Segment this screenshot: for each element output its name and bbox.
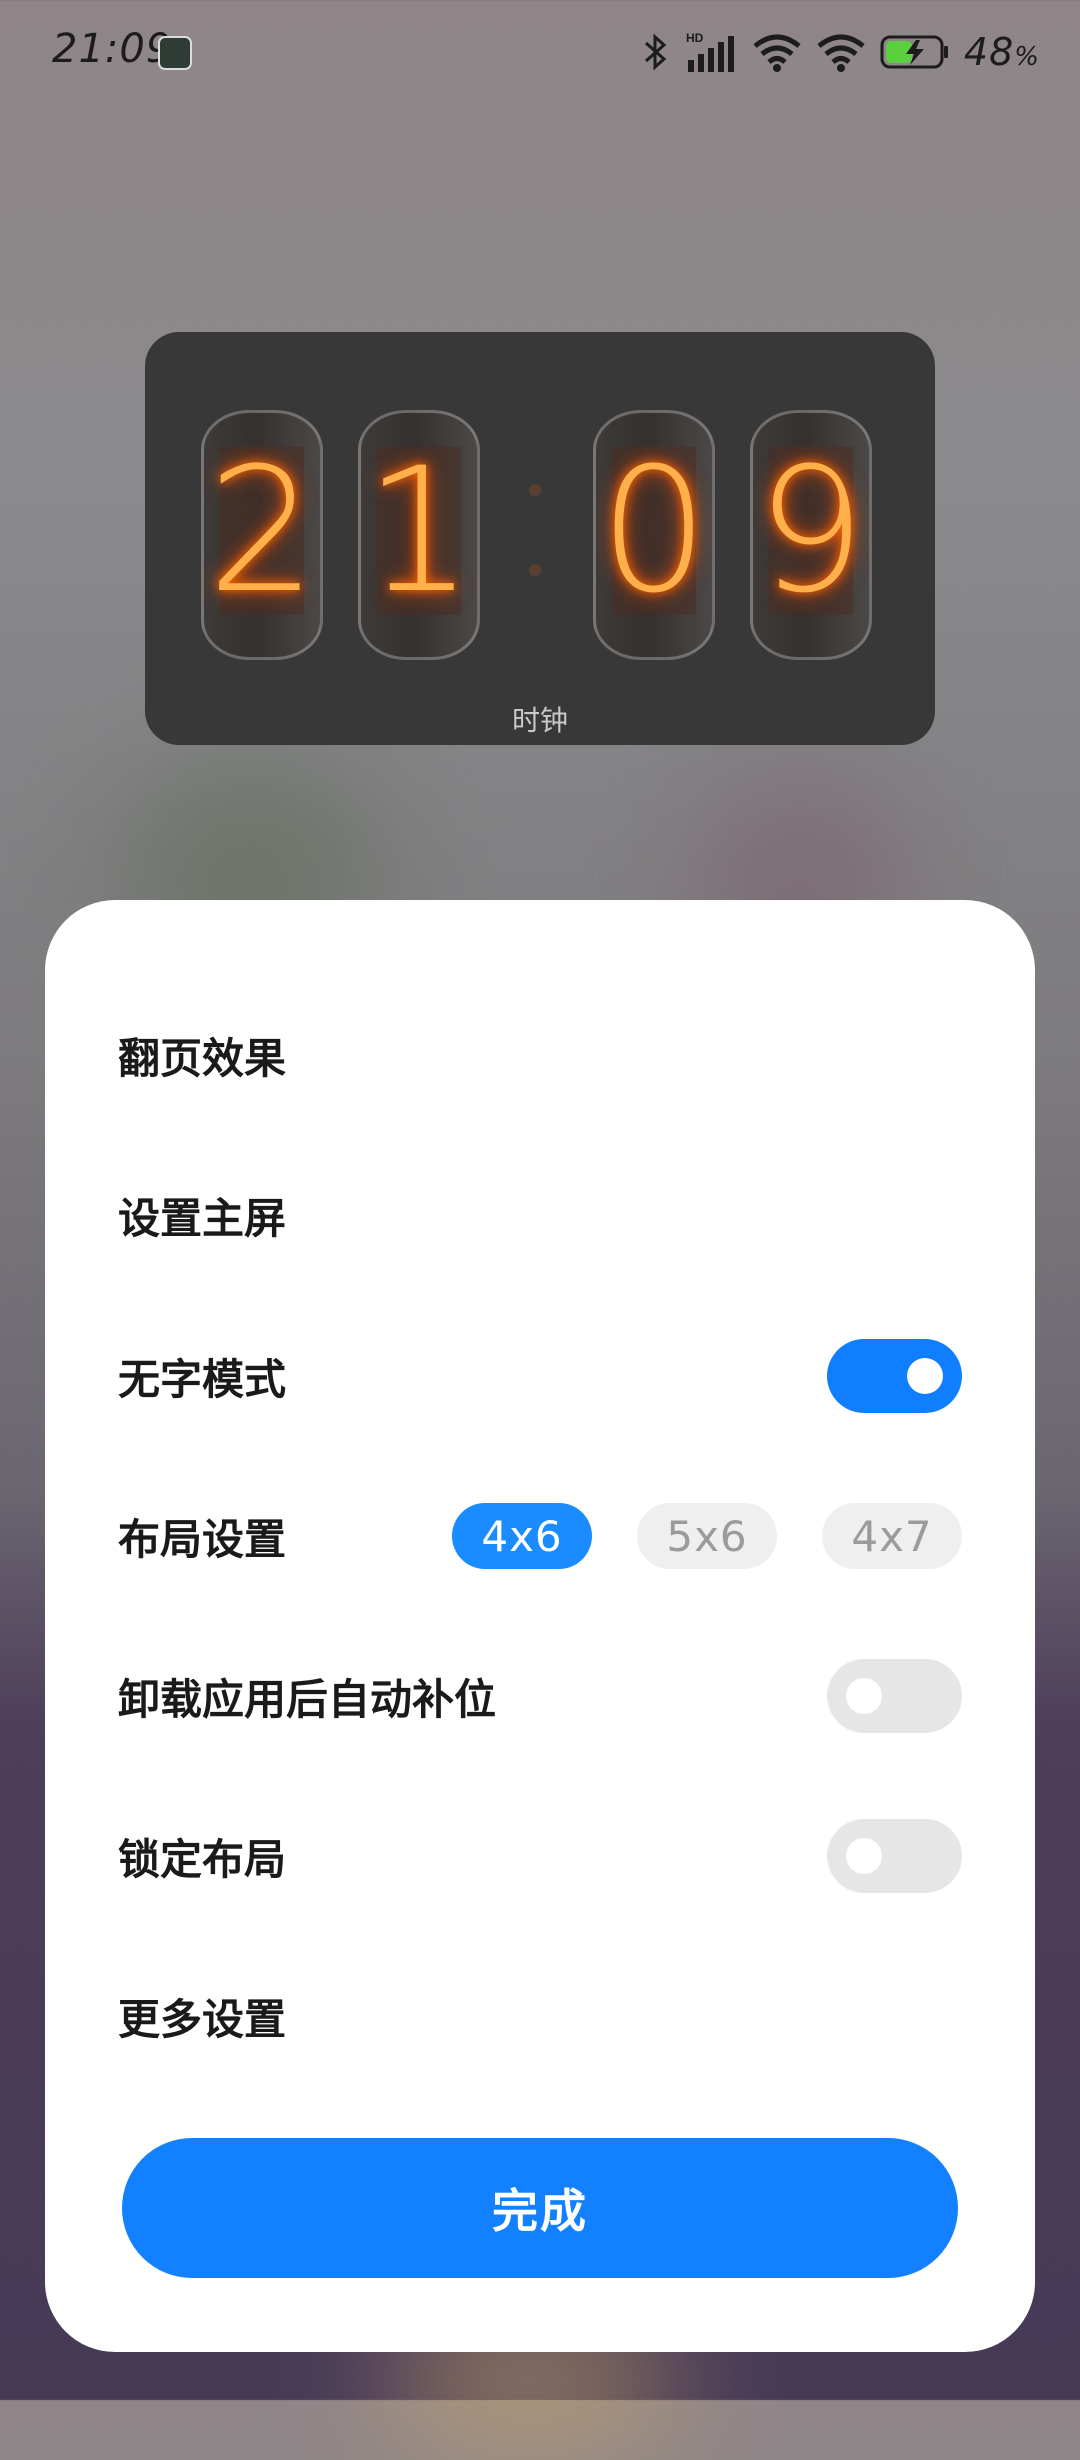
battery-percentage: 48% xyxy=(963,30,1040,74)
setting-label: 卸载应用后自动补位 xyxy=(118,1674,497,1724)
setting-lock-layout: 锁定布局 xyxy=(118,1816,962,1896)
battery-charging-icon xyxy=(880,35,948,69)
lock-layout-toggle[interactable] xyxy=(827,1819,962,1893)
nixie-tube-minute-tens: 0 xyxy=(593,410,715,660)
cellular-signal-icon: HD xyxy=(686,31,734,72)
clock-colon xyxy=(529,484,541,496)
setting-page-flip-effect[interactable]: 翻页效果 xyxy=(118,1015,962,1095)
setting-label: 翻页效果 xyxy=(118,1033,287,1083)
setting-label: 锁定布局 xyxy=(118,1834,287,1884)
layout-option-4x6[interactable]: 4x6 xyxy=(452,1503,592,1569)
clock-digit: 1 xyxy=(364,430,474,631)
app-notification-icon xyxy=(158,36,192,70)
setting-more-settings[interactable]: 更多设置 xyxy=(118,1976,962,2056)
setting-label: 更多设置 xyxy=(118,1994,287,2044)
widget-label: 时钟 xyxy=(511,704,568,737)
setting-label: 布局设置 xyxy=(118,1514,287,1564)
wifi-icon xyxy=(817,34,865,72)
home-settings-sheet: 翻页效果 设置主屏 无字模式 布局设置 4x6 5x6 4x7 卸载应用后自动补… xyxy=(45,900,1035,2352)
clock-widget[interactable]: 2 1 0 9 时钟 xyxy=(145,332,935,745)
layout-option-5x6[interactable]: 5x6 xyxy=(637,1503,777,1569)
clock-digit: 9 xyxy=(756,430,866,631)
setting-no-text-mode: 无字模式 xyxy=(118,1336,962,1416)
clock-colon xyxy=(529,564,541,576)
setting-label: 设置主屏 xyxy=(118,1193,287,1243)
hd-label: HD xyxy=(686,31,704,45)
nixie-tube-hour-ones: 1 xyxy=(358,410,480,660)
clock-digit: 2 xyxy=(207,430,317,631)
clock-digit: 0 xyxy=(599,430,709,631)
status-icons: HD 48% xyxy=(642,28,1040,76)
status-bar: 21:09 HD 48% xyxy=(0,0,1080,104)
nixie-tube-hour-tens: 2 xyxy=(201,410,323,660)
setting-auto-fill: 卸载应用后自动补位 xyxy=(118,1656,962,1736)
auto-fill-toggle[interactable] xyxy=(827,1659,962,1733)
wifi-icon xyxy=(753,34,801,72)
bluetooth-icon xyxy=(644,33,667,71)
setting-label: 无字模式 xyxy=(118,1354,287,1404)
layout-option-4x7[interactable]: 4x7 xyxy=(822,1503,962,1569)
setting-layout: 布局设置 4x6 5x6 4x7 xyxy=(118,1496,962,1576)
status-time: 21:09 xyxy=(52,26,173,72)
nixie-tube-minute-ones: 9 xyxy=(750,410,872,660)
done-button[interactable]: 完成 xyxy=(122,2138,958,2278)
setting-set-home-screen[interactable]: 设置主屏 xyxy=(118,1175,962,1255)
no-text-mode-toggle[interactable] xyxy=(827,1339,962,1413)
